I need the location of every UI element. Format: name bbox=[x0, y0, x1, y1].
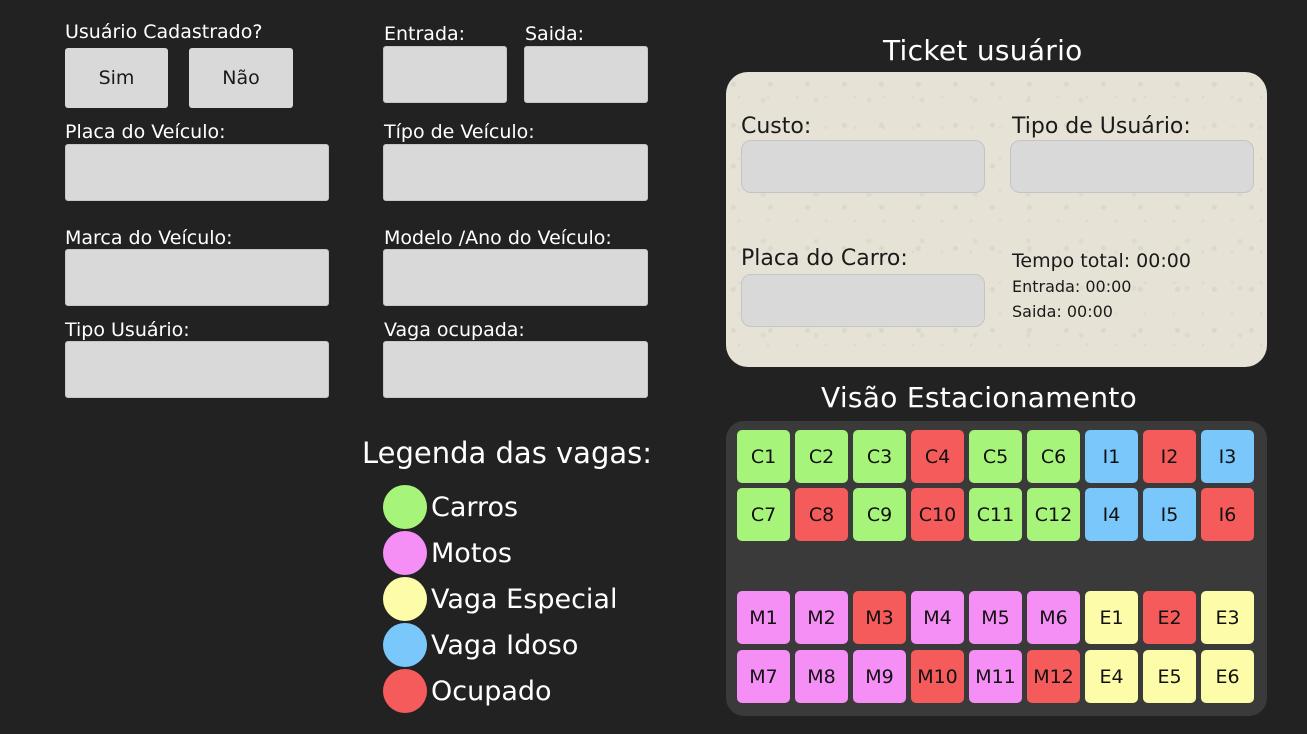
model-label: Modelo /Ano do Veículo: bbox=[384, 227, 612, 249]
parking-spot-m9[interactable]: M9 bbox=[853, 650, 906, 703]
ticket-card: Custo: Tipo de Usuário: Placa do Carro: … bbox=[726, 72, 1267, 367]
parking-title: Visão Estacionamento bbox=[821, 381, 1138, 414]
legend-label-elderly: Vaga Idoso bbox=[431, 629, 579, 661]
entry-time: Entrada: 00:00 bbox=[1012, 277, 1132, 296]
plate-label: Placa do Veículo: bbox=[65, 121, 226, 143]
parking-spot-i4[interactable]: I4 bbox=[1085, 488, 1138, 541]
parking-spot-m3[interactable]: M3 bbox=[853, 591, 906, 644]
parking-spot-e2[interactable]: E2 bbox=[1143, 591, 1196, 644]
brand-label: Marca do Veículo: bbox=[65, 227, 233, 249]
exit-field[interactable] bbox=[524, 46, 648, 103]
parking-spot-i3[interactable]: I3 bbox=[1201, 430, 1254, 483]
occupied-color-swatch bbox=[383, 669, 427, 713]
parking-spot-e4[interactable]: E4 bbox=[1085, 650, 1138, 703]
legend-label-special: Vaga Especial bbox=[431, 583, 618, 615]
car-color-swatch bbox=[383, 485, 427, 529]
parking-spot-i6[interactable]: I6 bbox=[1201, 488, 1254, 541]
parking-spot-i1[interactable]: I1 bbox=[1085, 430, 1138, 483]
legend-label-occupied: Ocupado bbox=[431, 675, 552, 707]
user-type-field[interactable] bbox=[65, 341, 329, 398]
vehicle-type-label: Típo de Veículo: bbox=[384, 121, 535, 143]
parking-spot-e6[interactable]: E6 bbox=[1201, 650, 1254, 703]
parking-spot-c8[interactable]: C8 bbox=[795, 488, 848, 541]
parking-spot-m12[interactable]: M12 bbox=[1027, 650, 1080, 703]
parking-spot-c10[interactable]: C10 bbox=[911, 488, 964, 541]
parking-spot-m5[interactable]: M5 bbox=[969, 591, 1022, 644]
ticket-plate-field[interactable] bbox=[741, 274, 985, 327]
parking-spot-c6[interactable]: C6 bbox=[1027, 430, 1080, 483]
registered-user-label: Usuário Cadastrado? bbox=[65, 21, 263, 43]
legend-item-cars: Carros bbox=[383, 484, 617, 530]
yes-button[interactable]: Sim bbox=[65, 48, 168, 108]
parking-spot-m6[interactable]: M6 bbox=[1027, 591, 1080, 644]
parking-spot-c3[interactable]: C3 bbox=[853, 430, 906, 483]
parking-spot-c2[interactable]: C2 bbox=[795, 430, 848, 483]
legend-label-motos: Motos bbox=[431, 537, 512, 569]
legend-item-special: Vaga Especial bbox=[383, 576, 617, 622]
model-field[interactable] bbox=[383, 249, 648, 306]
parking-spot-c12[interactable]: C12 bbox=[1027, 488, 1080, 541]
parking-spot-c9[interactable]: C9 bbox=[853, 488, 906, 541]
no-button[interactable]: Não bbox=[189, 48, 293, 108]
legend-item-elderly: Vaga Idoso bbox=[383, 622, 617, 668]
entry-field[interactable] bbox=[383, 46, 507, 103]
brand-field[interactable] bbox=[65, 249, 329, 306]
legend-title: Legenda das vagas: bbox=[362, 436, 653, 470]
parking-spot-m7[interactable]: M7 bbox=[737, 650, 790, 703]
parking-spot-e1[interactable]: E1 bbox=[1085, 591, 1138, 644]
legend-item-motos: Motos bbox=[383, 530, 617, 576]
parking-spot-c5[interactable]: C5 bbox=[969, 430, 1022, 483]
ticket-user-type-label: Tipo de Usuário: bbox=[1012, 114, 1191, 139]
parking-spot-m1[interactable]: M1 bbox=[737, 591, 790, 644]
parking-spot-c4[interactable]: C4 bbox=[911, 430, 964, 483]
moto-color-swatch bbox=[383, 531, 427, 575]
legend-list: Carros Motos Vaga Especial Vaga Idoso Oc… bbox=[383, 484, 617, 714]
parking-spot-i2[interactable]: I2 bbox=[1143, 430, 1196, 483]
legend-label-cars: Carros bbox=[431, 491, 519, 523]
parking-spot-m4[interactable]: M4 bbox=[911, 591, 964, 644]
cost-field[interactable] bbox=[741, 140, 985, 193]
parking-spot-c11[interactable]: C11 bbox=[969, 488, 1022, 541]
legend-item-occupied: Ocupado bbox=[383, 668, 617, 714]
parking-spot-c1[interactable]: C1 bbox=[737, 430, 790, 483]
parking-lot-grid: C1 C2 C3 C4 C5 C6 I1 I2 I3 C7 C8 C9 C10 C11 C12 I4 I5 I6 M… bbox=[726, 421, 1267, 716]
elderly-color-swatch bbox=[383, 623, 427, 667]
exit-label: Saida: bbox=[525, 23, 585, 45]
parking-spot-e3[interactable]: E3 bbox=[1201, 591, 1254, 644]
cost-label: Custo: bbox=[741, 114, 812, 139]
user-type-label: Tipo Usuário: bbox=[65, 319, 190, 341]
special-color-swatch bbox=[383, 577, 427, 621]
parking-spot-m10[interactable]: M10 bbox=[911, 650, 964, 703]
parking-spot-m8[interactable]: M8 bbox=[795, 650, 848, 703]
ticket-plate-label: Placa do Carro: bbox=[741, 246, 908, 271]
ticket-title: Ticket usuário bbox=[883, 34, 1083, 67]
parking-spot-m11[interactable]: M11 bbox=[969, 650, 1022, 703]
exit-time: Saida: 00:00 bbox=[1012, 302, 1113, 321]
parking-spot-i5[interactable]: I5 bbox=[1143, 488, 1196, 541]
vehicle-type-field[interactable] bbox=[383, 144, 648, 201]
parking-spot-m2[interactable]: M2 bbox=[795, 591, 848, 644]
parking-spot-e5[interactable]: E5 bbox=[1143, 650, 1196, 703]
ticket-user-type-field[interactable] bbox=[1010, 140, 1254, 193]
total-time: Tempo total: 00:00 bbox=[1012, 250, 1191, 272]
parking-spot-c7[interactable]: C7 bbox=[737, 488, 790, 541]
entry-label: Entrada: bbox=[384, 23, 466, 45]
plate-field[interactable] bbox=[65, 144, 329, 201]
spot-label: Vaga ocupada: bbox=[384, 319, 525, 341]
spot-field[interactable] bbox=[383, 341, 648, 398]
